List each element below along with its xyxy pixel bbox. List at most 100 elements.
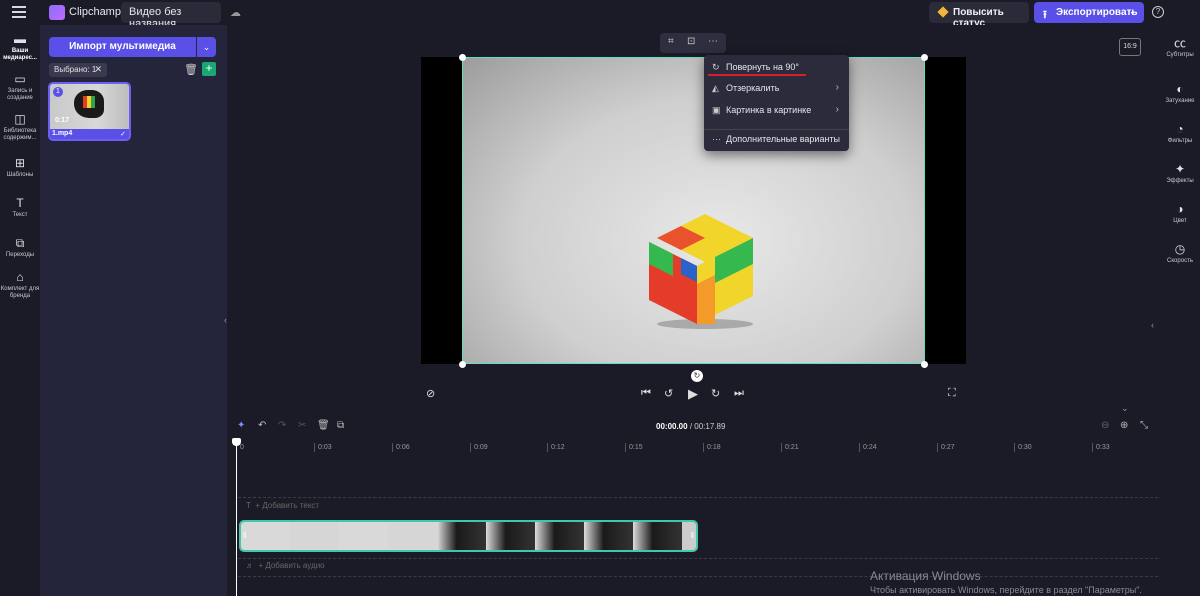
redo-icon[interactable]: ↷: [278, 420, 286, 431]
forward-5s-icon[interactable]: ↻: [711, 387, 720, 400]
chevron-right-icon: ›: [835, 82, 839, 93]
rotate-icon: ↻: [712, 62, 720, 72]
windows-activation-title: Активация Windows: [870, 569, 981, 583]
clip-frame: [584, 522, 633, 550]
ai-sparkle-icon[interactable]: ✦: [237, 420, 245, 431]
add-audio-track[interactable]: ♬ + Добавить аудио: [246, 561, 325, 570]
zoom-in-icon[interactable]: ⊕: [1120, 420, 1128, 431]
nav-label: Фильтры: [1167, 138, 1193, 144]
nav-color[interactable]: ◑ Цвет: [1160, 203, 1200, 225]
nav-label: Переходы: [5, 252, 35, 258]
ruler-tick: 0:15: [625, 443, 643, 452]
left-nav: ▬ Ваши медиарес... ▭ Запись и создание ◫…: [0, 25, 40, 596]
nav-content-library[interactable]: ◫ Библиотека содержим...: [0, 113, 40, 142]
filters-icon: ◔: [1176, 122, 1184, 136]
video-frame[interactable]: [462, 57, 925, 364]
menu-item-flip[interactable]: ◭ Отзеркалить ›: [704, 78, 849, 98]
zoom-out-icon[interactable]: ⊖: [1101, 420, 1109, 431]
timeline: ✦ ↶ ↷ ✂ 🗑 ⧉ ⊖ ⊕ ⤡ 00:00.00 / 00:17.89 0 …: [228, 413, 1160, 596]
resize-handle[interactable]: [459, 361, 466, 368]
split-icon[interactable]: ✂: [298, 420, 306, 431]
nav-label: Скорость: [1167, 258, 1193, 264]
nav-speed[interactable]: ◷ Скорость: [1160, 243, 1200, 265]
add-to-timeline-button[interactable]: +: [202, 62, 216, 76]
media-thumbnail[interactable]: 1 0:17 1.mp4 ✓: [48, 82, 131, 141]
text-icon: T: [16, 196, 24, 210]
import-media-button[interactable]: Импорт мультимедиа: [49, 37, 196, 57]
hamburger-menu-icon[interactable]: [12, 6, 26, 18]
delete-icon[interactable]: 🗑: [317, 420, 330, 431]
close-icon[interactable]: ✕: [94, 64, 102, 75]
clip-frame: [437, 522, 486, 550]
highlight-underline: [708, 74, 806, 76]
nav-captions[interactable]: ㏄ Субтитры: [1160, 37, 1200, 59]
clip-frame: [388, 522, 437, 550]
undo-icon[interactable]: ↶: [258, 420, 266, 431]
app-name: Clipchamp: [69, 6, 121, 18]
transitions-icon: ⧉: [15, 236, 25, 250]
track-divider: [238, 497, 1158, 498]
aspect-ratio-button[interactable]: 16:9: [1119, 38, 1141, 56]
crop-icon[interactable]: ⌗: [668, 36, 674, 47]
ruler-tick: 0:33: [1092, 443, 1110, 452]
ruler-tick: 0:27: [937, 443, 955, 452]
rewind-5s-icon[interactable]: ↺: [664, 387, 673, 400]
clip-frame: [241, 522, 290, 550]
clip-index-badge: 1: [53, 87, 63, 97]
ruler-tick: 0:12: [547, 443, 565, 452]
more-options-icon: ⋯: [712, 134, 721, 144]
nav-transitions[interactable]: ⧉ Переходы: [0, 237, 40, 259]
help-icon[interactable]: ?: [1152, 6, 1164, 18]
nav-text[interactable]: T Текст: [0, 197, 40, 219]
time-ruler[interactable]: 0 0:03 0:06 0:09 0:12 0:15 0:18 0:21 0:2…: [236, 443, 1160, 455]
resize-handle[interactable]: [921, 54, 928, 61]
playhead[interactable]: [232, 438, 241, 596]
nav-record-create[interactable]: ▭ Запись и создание: [0, 73, 40, 102]
menu-item-more-options[interactable]: ⋯ Дополнительные варианты: [704, 129, 849, 149]
ruler-tick: 0:06: [392, 443, 410, 452]
expand-panel-chevron-icon[interactable]: ‹: [1151, 320, 1154, 330]
clip-trim-handle-left[interactable]: ‖: [243, 531, 246, 540]
project-title-field[interactable]: Видео без названия: [121, 2, 221, 30]
nav-label: Ваши медиарес...: [3, 48, 37, 61]
clip-frame: [339, 522, 388, 550]
duplicate-icon[interactable]: ⧉: [337, 420, 344, 431]
play-icon[interactable]: ▶: [688, 386, 698, 402]
folder-icon: ▬: [14, 32, 26, 46]
resize-handle[interactable]: [459, 54, 466, 61]
clip-trim-handle-right[interactable]: ‖: [691, 531, 694, 540]
nav-effects[interactable]: ✦ Эффекты: [1160, 163, 1200, 185]
ruler-tick: 0:18: [703, 443, 721, 452]
import-options-chevron-icon[interactable]: ⌄: [197, 37, 216, 57]
add-text-track[interactable]: T + Добавить текст: [246, 501, 319, 510]
right-nav: ㏄ Субтитры ◐ Затухание ◔ Фильтры ✦ Эффек…: [1151, 25, 1200, 596]
add-text-label: + Добавить текст: [255, 501, 320, 510]
music-note-icon: ♬: [246, 561, 259, 570]
trash-icon[interactable]: 🗑: [184, 63, 198, 76]
skip-back-icon[interactable]: ⏮: [641, 387, 651, 400]
pip-icon: ▣: [712, 105, 721, 115]
skip-forward-icon[interactable]: ⏭: [734, 387, 744, 400]
upgrade-button[interactable]: Повысить статус: [929, 2, 1029, 29]
nav-your-media[interactable]: ▬ Ваши медиарес...: [0, 33, 40, 62]
menu-item-pip[interactable]: ▣ Картинка в картинке ›: [704, 100, 849, 120]
nav-templates[interactable]: ⊞ Шаблоны: [0, 157, 40, 179]
video-clip[interactable]: ‖ ‖: [239, 520, 698, 552]
current-time: 00:00.00: [656, 422, 688, 431]
clip-frame: [633, 522, 682, 550]
nav-fade[interactable]: ◐ Затухание: [1160, 83, 1200, 105]
export-button[interactable]: ⭱ Экспортировать ⌄: [1034, 2, 1144, 23]
rotate-handle-icon[interactable]: ↻: [691, 370, 703, 382]
more-options-icon[interactable]: ⋯: [708, 36, 718, 47]
cloud-sync-off-icon[interactable]: ☁: [230, 6, 241, 19]
resize-handle[interactable]: [921, 361, 928, 368]
fit-icon[interactable]: ⊡: [687, 36, 695, 47]
ruler-tick: 0:03: [314, 443, 332, 452]
hide-preview-icon[interactable]: ⊘: [426, 387, 435, 400]
fit-timeline-icon[interactable]: ⤡: [1140, 420, 1148, 431]
fullscreen-icon[interactable]: ⛶: [948, 387, 956, 400]
nav-brand-kit[interactable]: ⌂ Комплект для бренда: [0, 271, 40, 300]
nav-filters[interactable]: ◔ Фильтры: [1160, 123, 1200, 145]
nav-label: Библиотека содержим...: [3, 128, 37, 141]
nav-label: Текст: [12, 212, 28, 218]
